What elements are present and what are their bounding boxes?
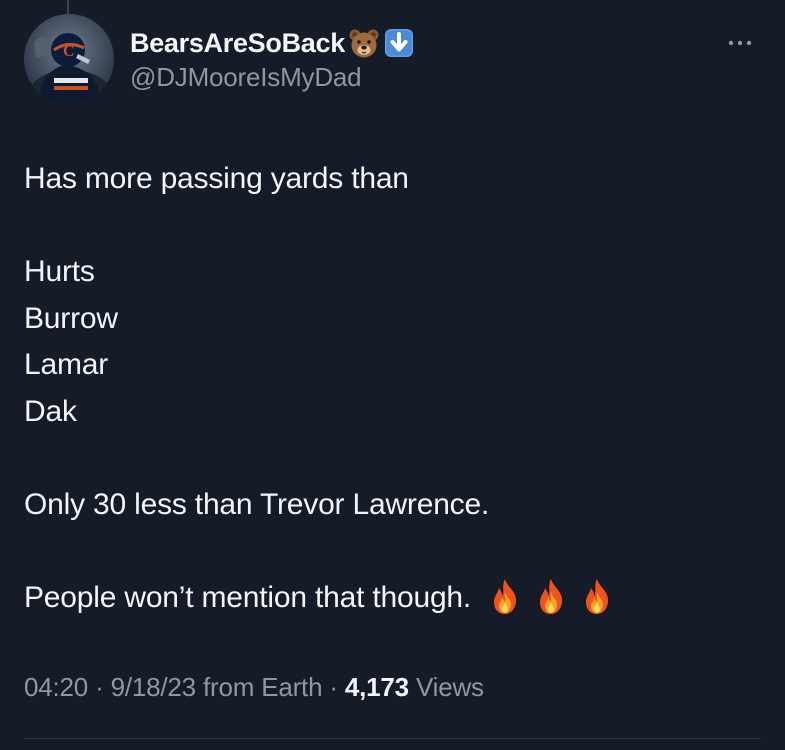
author-handle[interactable]: @DJMooreIsMyDad xyxy=(130,62,414,93)
tweet-line-text: People won’t mention that though. xyxy=(24,580,472,614)
display-name[interactable]: BearsAreSoBack xyxy=(130,28,345,59)
divider xyxy=(24,738,761,739)
tweet-line: Lamar xyxy=(24,348,109,381)
line-break xyxy=(24,528,761,575)
tweet-time[interactable]: 04:20 xyxy=(24,672,88,702)
avatar[interactable]: C xyxy=(24,14,114,104)
svg-text:C: C xyxy=(63,43,75,60)
tweet-line: Hurts xyxy=(24,255,95,288)
line-break xyxy=(24,203,761,250)
views-label[interactable]: Views xyxy=(409,672,484,702)
tweet-line: Has more passing yards than xyxy=(24,162,409,195)
tweet-text: Has more passing yards than Hurts Burrow… xyxy=(24,156,761,621)
tweet-line: Only 30 less than Trevor Lawrence. xyxy=(24,487,490,521)
tweet-header: C BearsAreSoBack @DJMooreIsMyDad xyxy=(24,14,761,106)
bear-face-icon xyxy=(348,27,380,59)
tweet-line-last: People won’t mention that though. xyxy=(24,575,761,622)
display-name-row[interactable]: BearsAreSoBack xyxy=(130,26,414,60)
fire-icon xyxy=(535,577,567,615)
meta-separator: · xyxy=(88,672,111,702)
line-break xyxy=(24,435,761,482)
tweet-line: Burrow xyxy=(24,301,118,335)
tweet-source: from Earth xyxy=(195,672,323,702)
tweet-card: C BearsAreSoBack @DJMooreIsMyDad Has mor… xyxy=(0,0,785,750)
thread-connector xyxy=(67,0,69,14)
down-arrow-icon xyxy=(384,28,414,58)
fire-emoji-group xyxy=(489,577,613,618)
author-names: BearsAreSoBack @DJMooreIsMyDad xyxy=(130,26,414,93)
tweet-line: Dak xyxy=(24,394,77,428)
meta-separator: · xyxy=(322,672,345,702)
tweet-meta: 04:20 · 9/18/23 from Earth · 4,173 Views xyxy=(24,672,484,703)
tweet-date[interactable]: 9/18/23 xyxy=(111,672,197,702)
views-count[interactable]: 4,173 xyxy=(345,672,409,702)
more-options-icon[interactable] xyxy=(723,36,757,50)
fire-icon xyxy=(581,577,613,615)
fire-icon xyxy=(489,577,521,615)
